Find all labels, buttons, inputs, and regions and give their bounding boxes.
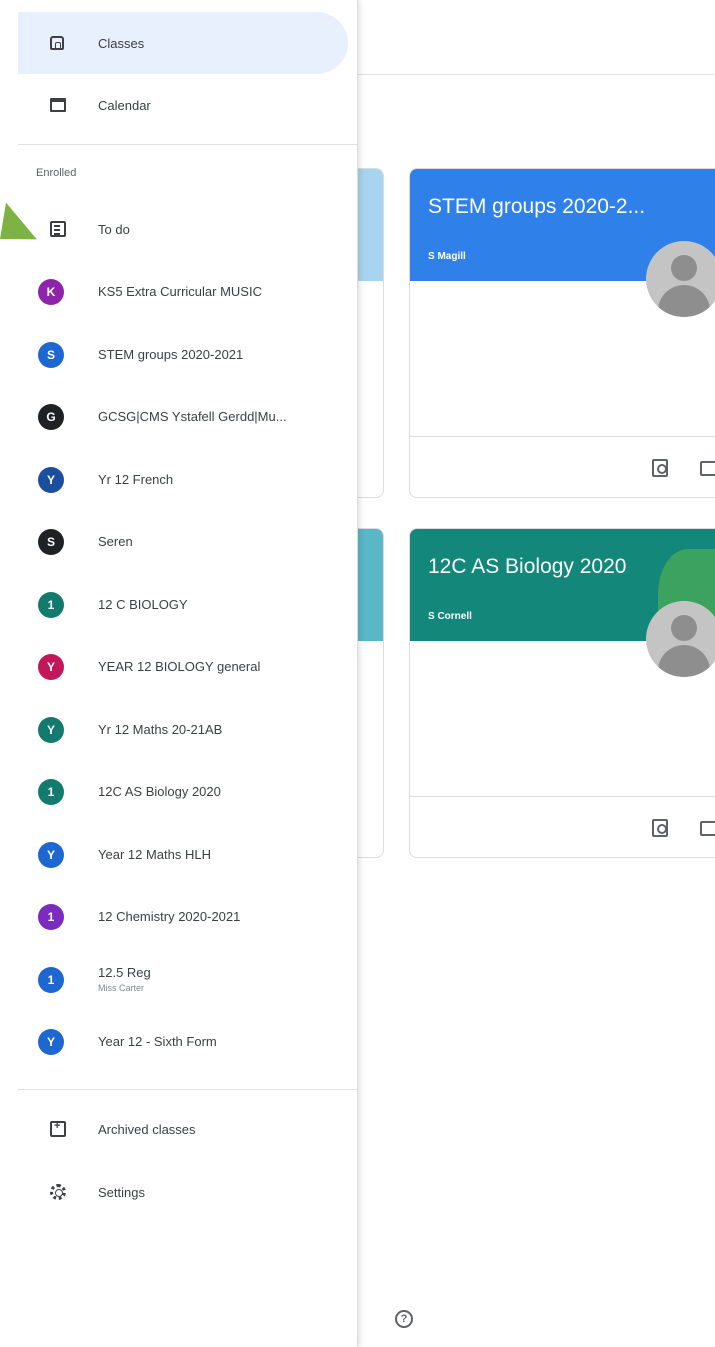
class-list-item[interactable]: Y Year 12 - Sixth Form bbox=[18, 1011, 348, 1073]
class-name: Year 12 Maths HLH bbox=[98, 846, 211, 862]
class-name: 12 C BIOLOGY bbox=[98, 596, 188, 612]
assignment-icon[interactable] bbox=[652, 819, 668, 837]
enrolled-heading: Enrolled bbox=[36, 167, 77, 179]
class-name: GCSG|CMS Ystafell Gerdd|Mu... bbox=[98, 409, 287, 424]
nav-todo-label: To do bbox=[98, 221, 130, 237]
home-icon bbox=[50, 36, 64, 50]
assignment-icon[interactable] bbox=[652, 459, 668, 477]
class-list-item[interactable]: S STEM groups 2020-2021 bbox=[18, 324, 348, 386]
class-avatar: S bbox=[38, 341, 64, 368]
class-name: 12.5 Reg bbox=[98, 964, 151, 980]
class-list-item[interactable]: 1 12 C BIOLOGY bbox=[18, 574, 348, 636]
class-name: 12 Chemistry 2020-2021 bbox=[98, 909, 241, 924]
card-title[interactable]: 12C AS Biology 2020 bbox=[428, 555, 626, 579]
nav-settings-label: Settings bbox=[98, 1184, 145, 1200]
class-avatar: 1 bbox=[38, 591, 64, 618]
class-avatar: Y bbox=[38, 466, 64, 493]
class-name: 12C AS Biology 2020 bbox=[98, 784, 221, 799]
class-list-item[interactable]: 1 12 Chemistry 2020-2021 bbox=[18, 886, 348, 948]
nav-settings[interactable]: Settings bbox=[18, 1161, 348, 1223]
class-name: YEAR 12 BIOLOGY general bbox=[98, 659, 261, 674]
class-list-item[interactable]: 1 12C AS Biology 2020 bbox=[18, 761, 348, 823]
class-avatar: S bbox=[38, 529, 64, 555]
class-card-stem[interactable]: STEM groups 2020-2... ⋮ S Magill bbox=[409, 168, 715, 498]
class-list-item[interactable]: Y Yr 12 Maths 20-21AB bbox=[18, 699, 348, 761]
teacher-avatar bbox=[646, 601, 715, 677]
class-list-item[interactable]: Y YEAR 12 BIOLOGY general bbox=[18, 636, 348, 698]
class-avatar: K bbox=[38, 279, 64, 305]
class-avatar: 1 bbox=[38, 904, 64, 930]
top-bar-divider bbox=[358, 74, 715, 75]
gear-icon bbox=[50, 1184, 66, 1200]
class-teacher: Miss Carter bbox=[98, 982, 145, 993]
archive-icon bbox=[50, 1120, 66, 1137]
nav-archived-classes[interactable]: Archived classes bbox=[18, 1098, 348, 1160]
class-avatar: Y bbox=[38, 654, 64, 680]
class-name: Yr 12 Maths 20-21AB bbox=[98, 721, 223, 737]
nav-archived-label: Archived classes bbox=[98, 1121, 196, 1137]
nav-calendar[interactable]: Calendar bbox=[18, 74, 348, 136]
folder-icon[interactable] bbox=[700, 821, 715, 836]
card-footer bbox=[410, 796, 715, 857]
card-footer bbox=[410, 436, 715, 497]
card-title[interactable]: STEM groups 2020-2... bbox=[428, 195, 645, 219]
todo-icon bbox=[50, 221, 66, 237]
nav-calendar-label: Calendar bbox=[98, 97, 151, 113]
card-teacher: S Cornell bbox=[428, 611, 472, 622]
divider bbox=[18, 144, 357, 145]
class-card-biology[interactable]: 12C AS Biology 2020 ⋮ S Cornell bbox=[409, 528, 715, 858]
nav-classes[interactable]: Classes bbox=[18, 12, 348, 74]
card-teacher: S Magill bbox=[428, 251, 466, 262]
nav-classes-label: Classes bbox=[98, 35, 145, 51]
class-list-item[interactable]: S Seren bbox=[18, 511, 348, 573]
class-name: STEM groups 2020-2021 bbox=[98, 346, 244, 362]
class-avatar: Y bbox=[38, 716, 64, 743]
folder-icon[interactable] bbox=[700, 461, 715, 476]
class-name: Year 12 - Sixth Form bbox=[98, 1034, 217, 1049]
class-name: Yr 12 French bbox=[98, 471, 174, 487]
class-list-item[interactable]: Y Yr 12 French bbox=[18, 449, 348, 511]
class-list-item[interactable]: Y Year 12 Maths HLH bbox=[18, 824, 348, 886]
nav-todo[interactable]: To do bbox=[18, 198, 348, 260]
class-list-item[interactable]: G GCSG|CMS Ystafell Gerdd|Mu... bbox=[18, 386, 348, 448]
class-name: KS5 Extra Curricular MUSIC bbox=[98, 284, 262, 299]
class-list-item[interactable]: 1 12.5 Reg Miss Carter bbox=[18, 949, 348, 1011]
navigation-drawer: Classes Calendar Enrolled To do K KS5 Ext… bbox=[0, 0, 358, 1347]
teacher-avatar bbox=[646, 241, 715, 317]
divider bbox=[18, 1089, 357, 1090]
help-icon[interactable]: ? bbox=[395, 1310, 413, 1328]
class-avatar: G bbox=[38, 404, 64, 430]
class-avatar: 1 bbox=[38, 966, 64, 993]
calendar-icon bbox=[50, 98, 66, 112]
class-name: Seren bbox=[98, 534, 133, 549]
class-avatar: Y bbox=[38, 841, 64, 868]
class-list-item[interactable]: K KS5 Extra Curricular MUSIC bbox=[18, 261, 348, 323]
class-avatar: Y bbox=[38, 1029, 64, 1055]
class-avatar: 1 bbox=[38, 779, 64, 805]
